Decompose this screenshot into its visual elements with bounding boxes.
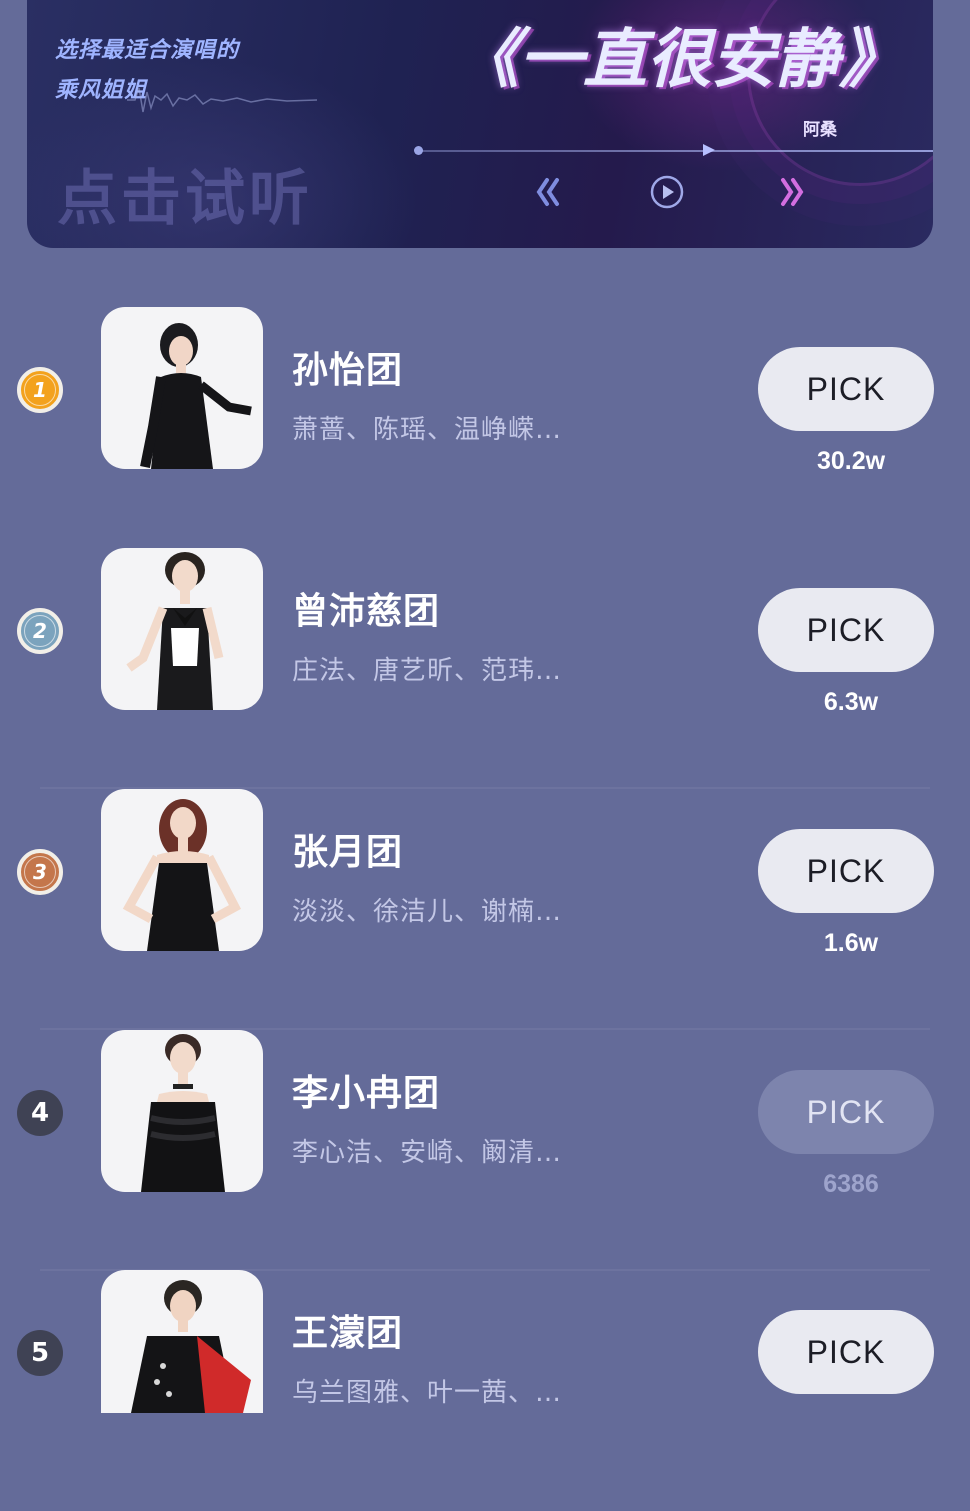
captain-photo xyxy=(122,799,242,951)
next-icon[interactable] xyxy=(775,172,807,212)
team-members: 李心洁、安崎、阚清… xyxy=(292,1138,563,1168)
song-banner[interactable]: 选择最适合演唱的 乘风姐姐 点击试听 《一直很安静》 阿桑 xyxy=(27,0,933,248)
singer-name: 阿桑 xyxy=(803,120,837,140)
team-members: 萧蔷、陈瑶、温峥嵘… xyxy=(292,415,563,445)
rank-number: 1 xyxy=(24,374,56,406)
captain-photo xyxy=(141,1034,225,1192)
captain-photo xyxy=(131,1280,251,1413)
waveform-graphic xyxy=(127,87,317,113)
team-row: 3 张月团 淡淡、徐洁儿、谢楠… PICK 1.6w xyxy=(0,789,970,1030)
vote-count: 6386 xyxy=(823,1170,879,1198)
vote-count: 30.2w xyxy=(816,447,886,475)
team-row: 4 李小冉团 李心洁、安崎、阚清… PICK 6386 xyxy=(0,1030,970,1271)
pick-button[interactable]: PICK xyxy=(758,588,934,672)
rank-badge: 4 xyxy=(17,1090,63,1136)
play-icon[interactable] xyxy=(649,174,685,210)
team-members: 淡淡、徐洁儿、谢楠… xyxy=(292,897,563,927)
avatar[interactable] xyxy=(101,1030,263,1192)
team-name: 曾沛慈团 xyxy=(292,591,441,632)
pick-button[interactable]: PICK xyxy=(758,347,934,431)
rank-badge: 5 xyxy=(17,1330,63,1376)
team-members: 庄法、唐艺昕、范玮… xyxy=(292,656,563,686)
team-name: 张月团 xyxy=(292,832,404,873)
rank-number: 2 xyxy=(24,615,56,647)
captain-photo xyxy=(140,323,252,469)
banner-subtitle-line1: 选择最适合演唱的 xyxy=(55,37,240,63)
team-name: 王濛团 xyxy=(292,1313,404,1354)
pick-button[interactable]: PICK xyxy=(758,829,934,913)
avatar[interactable] xyxy=(101,307,263,469)
team-row: 5 王濛团 乌兰图雅、叶一茜、… PICK xyxy=(0,1270,970,1511)
pick-button[interactable]: PICK xyxy=(758,1070,934,1154)
listen-button-text[interactable]: 点击试听 xyxy=(57,150,313,237)
vote-count: 1.6w xyxy=(823,929,879,957)
pick-button[interactable]: PICK xyxy=(758,1310,934,1394)
captain-photo xyxy=(126,552,224,710)
team-row: 2 曾沛慈团 庄法、唐艺昕、范玮… PICK 6.3w xyxy=(0,548,970,789)
progress-bar[interactable] xyxy=(418,150,933,152)
team-name: 孙怡团 xyxy=(292,350,404,391)
team-row: 1 孙怡团 萧蔷、陈瑶、温峥嵘… PICK 30.2w xyxy=(0,307,970,548)
team-members: 乌兰图雅、叶一茜、… xyxy=(292,1378,563,1408)
rank-badge: 1 xyxy=(17,367,63,413)
previous-icon[interactable] xyxy=(533,172,565,212)
team-name: 李小冉团 xyxy=(292,1073,441,1114)
avatar[interactable] xyxy=(101,1270,263,1413)
rank-badge: 2 xyxy=(17,608,63,654)
avatar[interactable] xyxy=(101,789,263,951)
rank-number: 3 xyxy=(24,856,56,888)
rank-badge: 3 xyxy=(17,849,63,895)
song-title: 《一直很安静》 xyxy=(455,22,903,97)
avatar[interactable] xyxy=(101,548,263,710)
vote-count: 6.3w xyxy=(823,688,879,716)
progress-arrow-icon xyxy=(703,144,715,156)
progress-start-dot xyxy=(414,146,423,155)
